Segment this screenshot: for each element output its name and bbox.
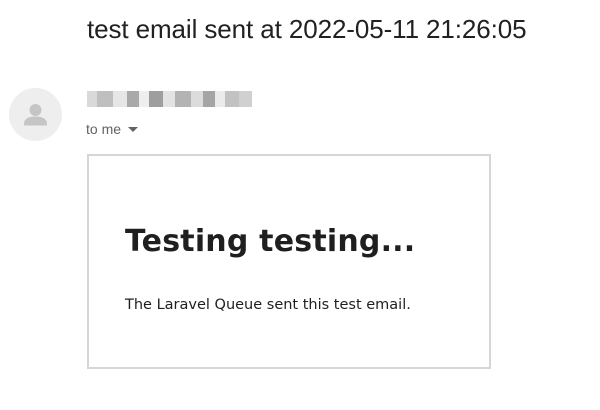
- recipient-toggle[interactable]: to me: [86, 121, 139, 137]
- email-subject: test email sent at 2022-05-11 21:26:05: [87, 14, 527, 44]
- email-body-text: The Laravel Queue sent this test email.: [125, 297, 411, 313]
- email-view: test email sent at 2022-05-11 21:26:05 t…: [0, 0, 600, 410]
- chevron-down-icon[interactable]: [128, 127, 139, 132]
- sender-avatar[interactable]: [9, 88, 62, 141]
- recipient-label: to me: [86, 121, 122, 137]
- sender-name[interactable]: [87, 91, 252, 107]
- default-person-icon: [24, 104, 47, 126]
- email-body-card: Testing testing... The Laravel Queue sen…: [87, 154, 491, 369]
- email-body-heading: Testing testing...: [125, 224, 416, 259]
- sender-name-redacted: [87, 91, 252, 107]
